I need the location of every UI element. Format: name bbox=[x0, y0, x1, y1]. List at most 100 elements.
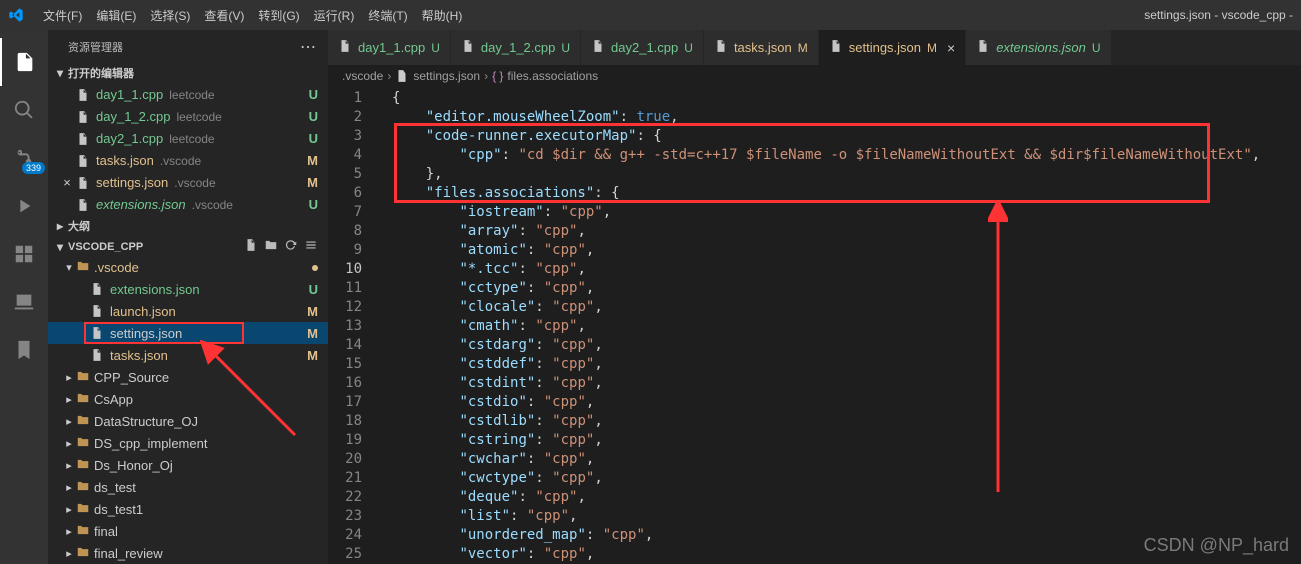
explorer-tab-icon[interactable] bbox=[0, 38, 48, 86]
source-control-tab-icon[interactable]: 339 bbox=[0, 134, 48, 182]
folder-tree-item[interactable]: ▸Ds_Honor_Oj bbox=[48, 454, 328, 476]
file-icon bbox=[461, 39, 475, 56]
git-status-badge: M bbox=[307, 153, 318, 168]
file-tree-item[interactable]: tasks.jsonM bbox=[48, 344, 328, 366]
folder-icon bbox=[76, 457, 90, 474]
file-path-hint: .vscode bbox=[160, 154, 201, 168]
file-icon bbox=[76, 154, 90, 168]
file-path-hint: leetcode bbox=[169, 132, 214, 146]
folder-name: ds_test bbox=[94, 480, 136, 495]
folder-name: final bbox=[94, 524, 118, 539]
file-name: day_1_2.cpp bbox=[96, 109, 170, 124]
folder-tree-item[interactable]: ▸DataStructure_OJ bbox=[48, 410, 328, 432]
open-editor-item[interactable]: extensions.json.vscodeU bbox=[48, 194, 328, 216]
code-content[interactable]: { "editor.mouseWheelZoom": true, "code-r… bbox=[378, 87, 1301, 564]
extensions-tab-icon[interactable] bbox=[0, 230, 48, 278]
bookmark-tab-icon[interactable] bbox=[0, 326, 48, 374]
menu-item[interactable]: 帮助(H) bbox=[415, 9, 470, 23]
menu-item[interactable]: 文件(F) bbox=[36, 9, 89, 23]
file-name: tasks.json bbox=[110, 348, 168, 363]
chevron-right-icon: ▸ bbox=[52, 219, 68, 233]
git-status-badge: U bbox=[309, 87, 318, 102]
editor-area: day1_1.cppUday_1_2.cppUday2_1.cppUtasks.… bbox=[328, 30, 1301, 564]
open-editors-label: 打开的编辑器 bbox=[68, 65, 134, 81]
debug-tab-icon[interactable] bbox=[0, 182, 48, 230]
folder-name: CsApp bbox=[94, 392, 133, 407]
remote-tab-icon[interactable] bbox=[0, 278, 48, 326]
open-editor-item[interactable]: day2_1.cppleetcodeU bbox=[48, 128, 328, 150]
tab-label: extensions.json bbox=[996, 40, 1086, 55]
file-icon bbox=[76, 88, 90, 102]
chevron-right-icon: ▸ bbox=[62, 503, 76, 516]
folder-tree-item[interactable]: ▸final bbox=[48, 520, 328, 542]
collapse-icon[interactable] bbox=[304, 238, 318, 255]
chevron-right-icon: ▸ bbox=[62, 393, 76, 406]
refresh-icon[interactable] bbox=[284, 238, 298, 255]
breadcrumb[interactable]: .vscode › settings.json › { } files.asso… bbox=[328, 65, 1301, 87]
file-tree-item[interactable]: extensions.jsonU bbox=[48, 278, 328, 300]
file-icon bbox=[76, 176, 90, 190]
title-bar: 文件(F)编辑(E)选择(S)查看(V)转到(G)运行(R)终端(T)帮助(H)… bbox=[0, 0, 1301, 30]
menu-item[interactable]: 终端(T) bbox=[361, 9, 414, 23]
open-editor-item[interactable]: tasks.json.vscodeM bbox=[48, 150, 328, 172]
open-editor-item[interactable]: day1_1.cppleetcodeU bbox=[48, 84, 328, 106]
file-tree-item[interactable]: settings.jsonM bbox=[48, 322, 328, 344]
file-icon bbox=[338, 39, 352, 56]
editor-tab[interactable]: extensions.json U bbox=[966, 30, 1111, 65]
git-status-badge: M bbox=[927, 41, 937, 55]
breadcrumb-item[interactable]: settings.json bbox=[413, 69, 480, 83]
open-editor-item[interactable]: ×settings.json.vscodeM bbox=[48, 172, 328, 194]
file-tree-item[interactable]: launch.jsonM bbox=[48, 300, 328, 322]
folder-tree-item[interactable]: ▸CPP_Source bbox=[48, 366, 328, 388]
file-icon bbox=[829, 39, 843, 56]
close-icon[interactable]: × bbox=[58, 175, 76, 190]
editor-tab[interactable]: day2_1.cppU bbox=[581, 30, 704, 65]
explorer-more-icon[interactable]: ⋯ bbox=[300, 37, 316, 57]
open-editors-section[interactable]: ▾ 打开的编辑器 bbox=[48, 63, 328, 84]
menu-item[interactable]: 运行(R) bbox=[307, 9, 362, 23]
folder-tree-item[interactable]: ▸ds_test bbox=[48, 476, 328, 498]
file-icon bbox=[90, 304, 104, 318]
file-icon bbox=[76, 198, 90, 212]
search-tab-icon[interactable] bbox=[0, 86, 48, 134]
line-gutter: 1234567891011121314151617181920212223242… bbox=[328, 87, 378, 564]
breadcrumb-item[interactable]: .vscode bbox=[342, 69, 383, 83]
file-name: settings.json bbox=[110, 326, 182, 341]
file-icon bbox=[395, 69, 409, 83]
editor-tab[interactable]: day_1_2.cppU bbox=[451, 30, 581, 65]
git-status-badge: U bbox=[1092, 41, 1101, 55]
file-path-hint: leetcode bbox=[176, 110, 221, 124]
tab-label: day_1_2.cpp bbox=[481, 40, 555, 55]
outline-section[interactable]: ▸ 大纲 bbox=[48, 216, 328, 237]
explorer-sidebar: 资源管理器 ⋯ ▾ 打开的编辑器 day1_1.cppleetcodeUday_… bbox=[48, 30, 328, 564]
menu-item[interactable]: 查看(V) bbox=[197, 9, 251, 23]
folder-vscode[interactable]: ▾ .vscode bbox=[48, 257, 328, 278]
file-icon bbox=[76, 110, 90, 124]
code-editor[interactable]: 1234567891011121314151617181920212223242… bbox=[328, 87, 1301, 564]
folder-tree-item[interactable]: ▸ds_test1 bbox=[48, 498, 328, 520]
close-icon[interactable]: × bbox=[943, 40, 955, 56]
chevron-right-icon: ▸ bbox=[62, 437, 76, 450]
menu-bar: 文件(F)编辑(E)选择(S)查看(V)转到(G)运行(R)终端(T)帮助(H) bbox=[36, 7, 469, 24]
editor-tab[interactable]: tasks.jsonM bbox=[704, 30, 819, 65]
folder-tree-item[interactable]: ▸ CsApp bbox=[48, 388, 328, 410]
folder-tree-item[interactable]: ▸ DS_cpp_implement bbox=[48, 432, 328, 454]
git-status-badge: U bbox=[309, 282, 318, 297]
breadcrumb-item[interactable]: files.associations bbox=[507, 69, 598, 83]
editor-tab[interactable]: day1_1.cppU bbox=[328, 30, 451, 65]
chevron-right-icon: ▸ bbox=[62, 415, 76, 428]
editor-tab[interactable]: settings.jsonM× bbox=[819, 30, 966, 65]
folder-tree-item[interactable]: ▸final_review bbox=[48, 542, 328, 564]
editor-tabs: day1_1.cppUday_1_2.cppUday2_1.cppUtasks.… bbox=[328, 30, 1301, 65]
open-editor-item[interactable]: day_1_2.cppleetcodeU bbox=[48, 106, 328, 128]
git-status-badge: M bbox=[307, 175, 318, 190]
menu-item[interactable]: 编辑(E) bbox=[89, 9, 143, 23]
folder-icon bbox=[76, 391, 90, 408]
new-folder-icon[interactable] bbox=[264, 238, 278, 255]
new-file-icon[interactable] bbox=[244, 238, 258, 255]
menu-item[interactable]: 选择(S) bbox=[143, 9, 197, 23]
menu-item[interactable]: 转到(G) bbox=[251, 9, 306, 23]
project-label: VSCODE_CPP bbox=[68, 241, 143, 253]
project-section[interactable]: ▾ VSCODE_CPP bbox=[48, 237, 328, 258]
folder-name: DS_cpp_implement bbox=[94, 436, 207, 451]
